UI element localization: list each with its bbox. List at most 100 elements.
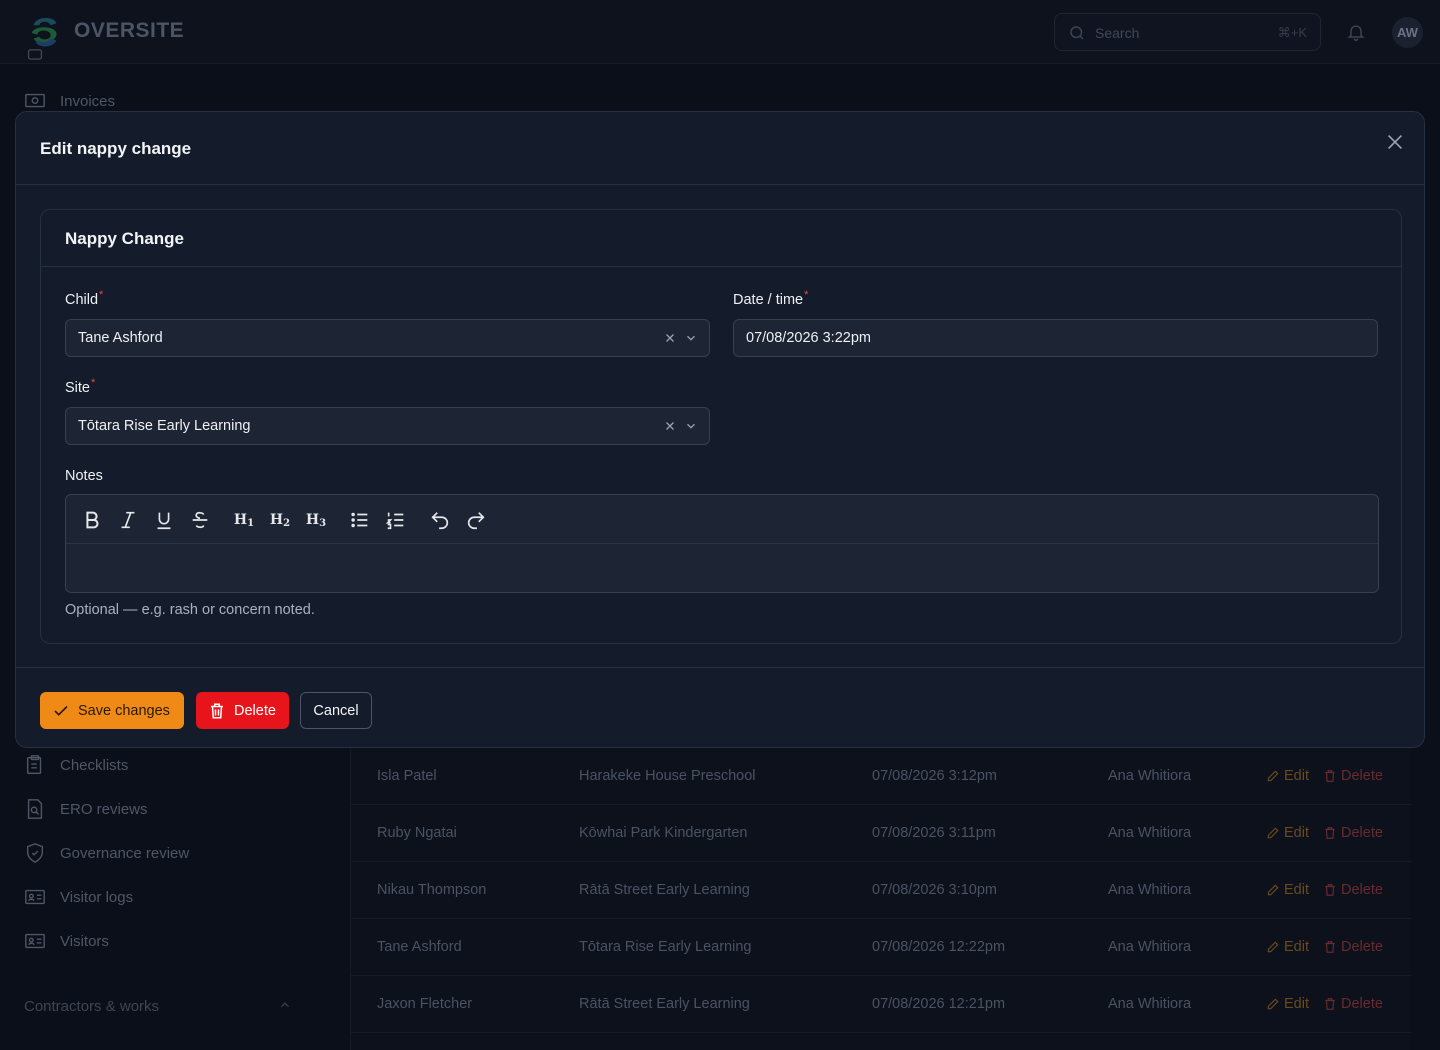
italic-icon [121,511,135,529]
chevron-up-icon [281,1002,289,1008]
nappy-changes-table: Isla Patel Harakeke House Preschool 07/0… [350,748,1411,1050]
row-edit-button[interactable]: Edit [1266,882,1309,898]
cell-child: Isla Patel [377,768,437,784]
cell-datetime: 07/08/2026 12:22pm [872,939,1006,955]
document-search-icon [27,799,43,819]
top-header: OVERSITE Search ⌘+K AW [0,0,1440,64]
sidebar-item-checklists[interactable]: Checklists [24,754,128,776]
chevron-down-icon[interactable] [684,331,698,345]
banknote-icon [25,93,45,108]
bell-icon[interactable] [1346,22,1366,42]
brand[interactable]: OVERSITE [26,12,184,50]
required-marker: * [804,289,809,301]
site-select[interactable]: Tōtara Rise Early Learning [65,407,710,445]
undo-icon [431,512,449,530]
sidebar-section-label: Contractors & works [24,998,160,1015]
trash-icon [1325,884,1335,896]
site-select-value: Tōtara Rise Early Learning [78,418,251,434]
heading-1-button[interactable]: H1 [232,508,256,532]
edit-icon [1267,770,1279,782]
edit-icon [1267,884,1279,896]
file-icon [27,49,43,60]
bullet-list-icon [351,512,368,528]
redo-button[interactable] [464,508,488,532]
delete-label: Delete [234,702,276,719]
save-changes-button[interactable]: Save changes [40,692,184,729]
bullet-list-button[interactable] [348,508,372,532]
cell-staff: Ana Whitiora [1108,939,1192,955]
chevron-down-icon[interactable] [684,419,698,433]
site-label: Site* [65,377,96,396]
sidebar-item-visitor-logs[interactable]: Visitor logs [24,886,133,908]
italic-button[interactable] [116,508,140,532]
search-box[interactable]: Search ⌘+K [1054,13,1321,51]
notes-helper-text: Optional — e.g. rash or concern noted. [65,602,315,618]
row-edit-button[interactable]: Edit [1266,996,1309,1012]
cell-datetime: 07/08/2026 3:10pm [872,882,997,898]
heading-3-icon: H3 [305,512,327,529]
clear-icon[interactable] [663,331,677,345]
sidebar-item-visitors[interactable]: Visitors [24,930,109,952]
sidebar-section-contractors[interactable]: Contractors & works [24,998,292,1015]
bold-button[interactable] [80,508,104,532]
cell-site: Tōtara Rise Early Learning [579,939,752,955]
sidebar-item-governance-review[interactable]: Governance review [24,842,189,864]
undo-button[interactable] [428,508,452,532]
notes-textarea[interactable] [66,544,1378,592]
clipboard-icon [26,755,42,774]
child-select-value: Tane Ashford [78,330,163,346]
ordered-list-icon [385,512,404,530]
underline-button[interactable] [152,508,176,532]
avatar[interactable]: AW [1392,17,1423,48]
row-edit-button[interactable]: Edit [1266,768,1309,784]
row-edit-button[interactable]: Edit [1266,939,1309,955]
heading-2-button[interactable]: H2 [268,508,292,532]
search-shortcut: ⌘+K [1277,25,1307,40]
row-delete-button[interactable]: Delete [1323,939,1383,955]
clear-icon[interactable] [663,419,677,433]
close-icon[interactable] [1384,131,1406,153]
sidebar-item-label: Checklists [60,756,129,774]
cancel-button[interactable]: Cancel [300,692,372,729]
search-icon [1070,26,1084,40]
modal-header: Edit nappy change [16,112,1424,185]
required-marker: * [99,289,104,301]
row-edit-button[interactable]: Edit [1266,825,1309,841]
datetime-input-value: 07/08/2026 3:22pm [746,330,871,346]
datetime-input[interactable]: 07/08/2026 3:22pm [733,319,1378,357]
sidebar-item-partial[interactable] [24,48,46,70]
sidebar-item-label: Visitor logs [60,888,134,906]
brand-name: OVERSITE [74,19,185,42]
sidebar-item-invoices[interactable]: Invoices [24,90,115,112]
cell-staff: Ana Whitiora [1108,825,1192,841]
redo-icon [467,512,485,530]
strikethrough-button[interactable] [188,508,212,532]
cell-site: Rātā Street Early Learning [579,882,750,898]
ordered-list-button[interactable] [384,508,408,532]
cell-staff: Ana Whitiora [1108,882,1192,898]
strikethrough-icon [192,511,208,529]
cell-child: Nikau Thompson [377,882,487,898]
trash-icon [1325,941,1335,953]
notes-label: Notes [65,468,103,484]
cell-site: Kōwhai Park Kindergarten [579,825,748,841]
trash-icon [1325,998,1335,1010]
row-delete-button[interactable]: Delete [1323,768,1383,784]
child-select[interactable]: Tane Ashford [65,319,710,357]
cell-staff: Ana Whitiora [1108,996,1192,1012]
heading-3-button[interactable]: H3 [304,508,328,532]
sidebar-item-label: ERO reviews [60,800,148,818]
delete-button[interactable]: Delete [196,692,289,729]
cell-site: Harakeke House Preschool [579,768,756,784]
heading-2-icon: H2 [269,512,291,529]
editor-toolbar: H1 H2 H3 [66,495,1378,544]
sidebar-item-label: Governance review [60,844,190,862]
card-title: Nappy Change [65,229,185,248]
row-delete-button[interactable]: Delete [1323,825,1383,841]
row-delete-button[interactable]: Delete [1323,996,1383,1012]
child-label: Child* [65,289,104,308]
edit-icon [1267,998,1279,1010]
cell-child: Tane Ashford [377,939,462,955]
sidebar-item-ero-reviews[interactable]: ERO reviews [24,798,148,820]
row-delete-button[interactable]: Delete [1323,882,1383,898]
